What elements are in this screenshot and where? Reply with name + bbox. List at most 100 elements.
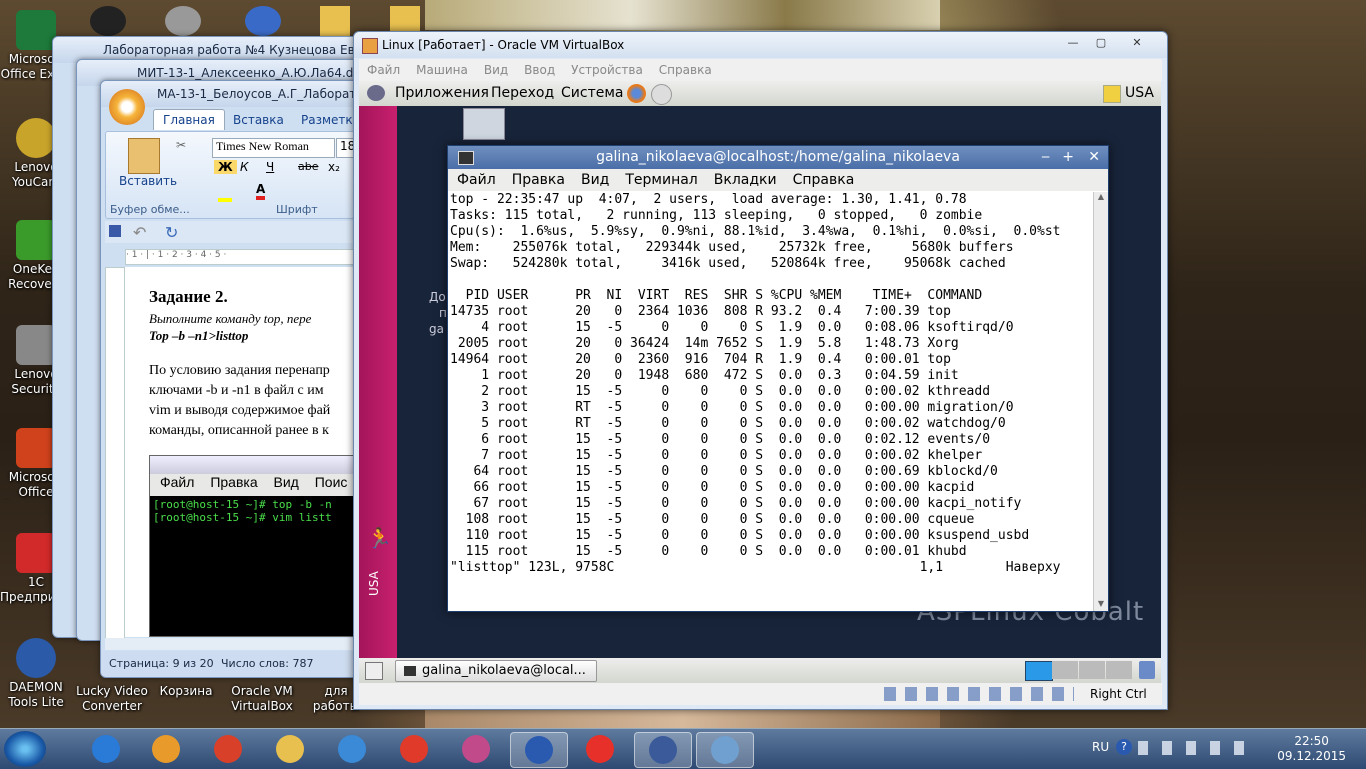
terminal-menu-terminal[interactable]: Терминал bbox=[616, 169, 704, 188]
vbox-menu-devices[interactable]: Устройства bbox=[563, 59, 651, 77]
language-indicator[interactable]: RU bbox=[1092, 740, 1109, 754]
tab-layout[interactable]: Разметка bbox=[301, 113, 360, 127]
terminal-output[interactable]: top - 22:35:47 up 4:07, 2 users, load av… bbox=[450, 192, 1092, 611]
explorer-icon bbox=[276, 735, 304, 763]
terminal-menu-edit[interactable]: Правка bbox=[503, 169, 572, 188]
vbox-menu-machine[interactable]: Машина bbox=[408, 59, 476, 77]
terminal-menu-help[interactable]: Справка bbox=[784, 169, 862, 188]
virtualbox-icon bbox=[649, 736, 677, 764]
redo-icon[interactable]: ↻ bbox=[165, 223, 178, 242]
terminal-line: 64 root 15 -5 0 0 0 S 0.0 0.0 0:00.69 kb… bbox=[450, 464, 998, 479]
scroll-down-arrow[interactable]: ▼ bbox=[1094, 599, 1108, 611]
terminal-minimize-button[interactable]: ‒ bbox=[1041, 146, 1050, 169]
document-page[interactable]: Задание 2. Выполните команду top, пере T… bbox=[125, 267, 381, 637]
vbox-menu-view[interactable]: Вид bbox=[476, 59, 516, 77]
gnome-menu-system[interactable]: Система bbox=[561, 85, 623, 101]
trash-icon[interactable] bbox=[1139, 661, 1155, 679]
font-name-select[interactable]: Times New Roman bbox=[212, 138, 335, 158]
underline-button[interactable]: Ч bbox=[266, 160, 274, 174]
gnome-menu-places[interactable]: Переход bbox=[491, 85, 554, 101]
horizontal-scrollbar[interactable] bbox=[105, 638, 377, 650]
host-key-label: Right Ctrl bbox=[1090, 687, 1147, 701]
terminal-icon bbox=[404, 665, 416, 676]
vbox-menu-help[interactable]: Справка bbox=[651, 59, 720, 77]
start-button[interactable] bbox=[4, 731, 46, 767]
terminal-line: 108 root 15 -5 0 0 0 S 0.0 0.0 0:00.00 c… bbox=[450, 512, 975, 527]
desktop-icon-recycle-bin[interactable]: Корзина bbox=[150, 684, 222, 699]
maximize-button[interactable]: ▢ bbox=[1088, 34, 1114, 52]
workspace-3[interactable] bbox=[1079, 661, 1105, 679]
office-button[interactable] bbox=[109, 89, 145, 125]
taskbar-tools[interactable] bbox=[448, 732, 504, 766]
taskbar-explorer[interactable] bbox=[262, 732, 318, 766]
vbox-menu-file[interactable]: Файл bbox=[359, 59, 408, 77]
computer-desktop-icon[interactable] bbox=[463, 108, 505, 140]
terminal-window[interactable]: galina_nikolaeva@localhost:/home/galina_… bbox=[447, 145, 1109, 612]
desktop-icon-daemon[interactable]: DAEMON Tools Lite bbox=[0, 638, 72, 710]
font-color-icon[interactable]: A bbox=[256, 182, 266, 200]
scroll-up-arrow[interactable]: ▲ bbox=[1094, 192, 1108, 204]
quick-access-toolbar: ↶ ↻ bbox=[105, 221, 377, 243]
terminal-scrollbar[interactable]: ▲ ▼ bbox=[1093, 192, 1108, 611]
minimize-button[interactable]: — bbox=[1060, 34, 1086, 52]
desktop-icon-virtualbox[interactable]: Oracle VM VirtualBox bbox=[226, 684, 298, 714]
guest-screen[interactable]: Приложения Переход Система USA 🏃 USA До … bbox=[359, 81, 1161, 683]
word-window-3[interactable]: МА-13-1_Белоусов_А.Г_Лабораторная Главна… bbox=[100, 80, 382, 678]
taskbar-volume[interactable] bbox=[324, 732, 380, 766]
workspace-2[interactable] bbox=[1052, 661, 1078, 679]
yandex-browser-icon bbox=[586, 735, 614, 763]
cut-icon[interactable]: ✂ bbox=[176, 138, 190, 152]
terminal-maximize-button[interactable]: + bbox=[1062, 146, 1074, 169]
gnome-menu-applications[interactable]: Приложения bbox=[395, 85, 489, 101]
close-button[interactable]: ✕ bbox=[1124, 34, 1150, 52]
undo-icon[interactable]: ↶ bbox=[133, 223, 146, 242]
clock[interactable]: 22:50 09.12.2015 bbox=[1277, 734, 1346, 764]
taskbar-paint[interactable] bbox=[696, 732, 754, 768]
taskbar-yandex-browser[interactable] bbox=[572, 732, 628, 766]
desktop-icon-lucky-video[interactable]: Lucky Video Converter bbox=[76, 684, 148, 714]
status-bar: Страница: 9 из 20 Число слов: 787 bbox=[101, 651, 381, 677]
workspace-4[interactable] bbox=[1106, 661, 1132, 679]
taskbar-media-player[interactable] bbox=[138, 732, 194, 766]
terminal-menu-tabs[interactable]: Вкладки bbox=[705, 169, 784, 188]
terminal-line: 4 root 15 -5 0 0 0 S 1.9 0.0 0:08.06 kso… bbox=[450, 320, 1014, 335]
save-icon[interactable] bbox=[109, 225, 121, 237]
strike-button[interactable]: abe bbox=[298, 160, 319, 173]
embedded-terminal-screenshot: Файл Правка Вид Поис [root@host-15 ~]# t… bbox=[149, 455, 381, 637]
gnome-foot-icon[interactable] bbox=[367, 85, 385, 101]
paste-icon[interactable] bbox=[128, 138, 160, 174]
tab-home[interactable]: Главная bbox=[153, 109, 225, 130]
terminal-menu-view[interactable]: Вид bbox=[572, 169, 616, 188]
workspace-1[interactable] bbox=[1025, 661, 1053, 681]
virtualbox-window[interactable]: Linux [Работает] - Oracle VM VirtualBox … bbox=[353, 31, 1168, 710]
taskbar-terminal-item[interactable]: galina_nikolaeva@local... bbox=[395, 660, 597, 682]
settings-icon bbox=[165, 6, 201, 36]
terminal-close-button[interactable]: ✕ bbox=[1088, 146, 1100, 169]
firefox-icon[interactable] bbox=[627, 84, 646, 103]
page-count[interactable]: Страница: 9 из 20 bbox=[109, 657, 214, 670]
wallpaper-photo-bottom bbox=[425, 708, 940, 728]
word-count[interactable]: Число слов: 787 bbox=[221, 657, 314, 670]
media-icon bbox=[90, 6, 126, 36]
italic-button[interactable]: К bbox=[240, 160, 249, 174]
system-tray-icons[interactable] bbox=[1138, 741, 1248, 755]
taskbar-chrome[interactable] bbox=[200, 732, 256, 766]
taskbar-internet-explorer[interactable] bbox=[78, 732, 134, 766]
vbox-status-bar: Right Ctrl bbox=[359, 683, 1162, 705]
taskbar-word[interactable] bbox=[510, 732, 568, 768]
help-icon[interactable]: ? bbox=[1116, 739, 1132, 755]
bold-button[interactable]: Ж bbox=[214, 160, 237, 174]
taskbar-virtualbox[interactable] bbox=[634, 732, 692, 768]
tab-insert[interactable]: Вставка bbox=[233, 113, 284, 127]
show-desktop-icon[interactable] bbox=[365, 662, 383, 680]
vbox-menu-input[interactable]: Ввод bbox=[516, 59, 563, 77]
subscript-button[interactable]: x₂ bbox=[328, 160, 340, 174]
notes-icon[interactable] bbox=[1103, 85, 1121, 103]
highlight-icon[interactable] bbox=[218, 184, 232, 202]
keyboard-layout[interactable]: USA bbox=[1125, 85, 1154, 101]
mail-icon[interactable] bbox=[651, 84, 672, 105]
paste-button[interactable]: Вставить bbox=[119, 174, 177, 188]
runner-icon[interactable]: 🏃 bbox=[367, 526, 392, 552]
taskbar-yandex[interactable] bbox=[386, 732, 442, 766]
terminal-menu-file[interactable]: Файл bbox=[448, 169, 503, 188]
